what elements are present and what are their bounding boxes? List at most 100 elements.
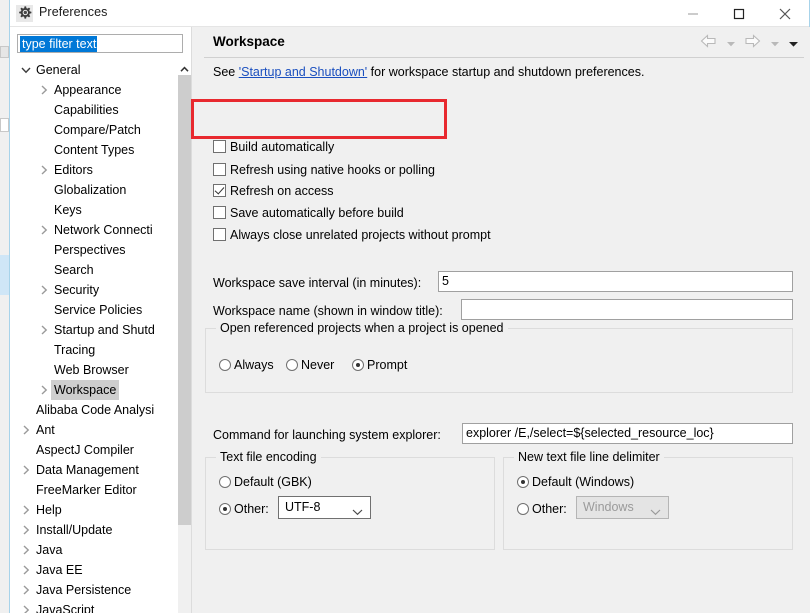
sidebar-item-startup-and-shutd[interactable]: Startup and Shutd xyxy=(10,320,178,340)
chevron-right-icon[interactable] xyxy=(36,380,52,400)
forward-chevron-down-icon[interactable] xyxy=(770,35,780,53)
maximize-icon[interactable] xyxy=(716,0,762,27)
scroll-up-icon[interactable] xyxy=(178,60,191,75)
sidebar-item-compare-patch[interactable]: Compare/Patch xyxy=(10,120,178,140)
delimiter-default-radio[interactable]: Default (Windows) xyxy=(517,474,634,491)
background-window-element-b xyxy=(0,118,9,132)
gear-icon xyxy=(16,5,33,22)
sidebar-item-capabilities[interactable]: Capabilities xyxy=(10,100,178,120)
sidebar-item-alibaba-code-analysi[interactable]: Alibaba Code Analysi xyxy=(10,400,178,420)
chevron-right-icon[interactable] xyxy=(18,600,34,613)
sidebar-item-install-update[interactable]: Install/Update xyxy=(10,520,178,540)
workspace-name-input[interactable] xyxy=(461,299,793,320)
sidebar-item-perspectives[interactable]: Perspectives xyxy=(10,240,178,260)
sidebar-item-label: Ant xyxy=(36,423,55,437)
scrollbar-thumb[interactable] xyxy=(178,75,191,525)
chevron-right-icon[interactable] xyxy=(18,460,34,480)
save-interval-label: Workspace save interval (in minutes): xyxy=(213,276,422,290)
sidebar-item-javascript[interactable]: JavaScript xyxy=(10,600,178,613)
save-interval-input[interactable]: 5 xyxy=(438,271,793,292)
minimize-icon[interactable] xyxy=(670,0,716,27)
title-bar[interactable]: Preferences xyxy=(10,0,809,27)
referenced-projects-always-radio[interactable]: Always xyxy=(219,357,274,374)
sidebar-item-security[interactable]: Security xyxy=(10,280,178,300)
sidebar-item-editors[interactable]: Editors xyxy=(10,160,178,180)
referenced-projects-prompt-radio[interactable]: Prompt xyxy=(352,357,407,374)
sidebar-item-java-ee[interactable]: Java EE xyxy=(10,560,178,580)
sidebar-item-general[interactable]: General xyxy=(10,60,178,80)
sidebar-item-service-policies[interactable]: Service Policies xyxy=(10,300,178,320)
encoding-default-radio[interactable]: Default (GBK) xyxy=(219,474,312,491)
radio-indicator xyxy=(352,359,364,371)
chevron-right-icon[interactable] xyxy=(36,280,52,300)
back-chevron-down-icon[interactable] xyxy=(726,35,736,53)
line-delimiter-group-title: New text file line delimiter xyxy=(514,450,664,464)
encoding-other-radio[interactable]: Other: xyxy=(219,501,269,518)
search-input[interactable]: type filter text xyxy=(17,34,183,53)
chevron-right-icon[interactable] xyxy=(18,580,34,600)
chevron-right-icon[interactable] xyxy=(18,420,34,440)
startup-and-shutdown-link[interactable]: 'Startup and Shutdown' xyxy=(239,65,367,79)
sidebar-item-data-management[interactable]: Data Management xyxy=(10,460,178,480)
chevron-down-icon xyxy=(650,502,661,523)
chevron-right-icon[interactable] xyxy=(18,540,34,560)
always-close-unrelated-projects-without-prompt-checkbox[interactable]: Always close unrelated projects without … xyxy=(213,227,491,244)
encoding-combo[interactable]: UTF-8 xyxy=(278,496,371,519)
close-icon[interactable] xyxy=(762,0,808,27)
filter-input-value: type filter text xyxy=(20,36,98,52)
system-explorer-input[interactable]: explorer /E,/select=${selected_resource_… xyxy=(462,423,793,444)
chevron-down-icon[interactable] xyxy=(18,60,34,80)
sidebar-item-appearance[interactable]: Appearance xyxy=(10,80,178,100)
delimiter-other-radio[interactable]: Other: xyxy=(517,501,567,518)
text-file-encoding-group: Text file encoding Default (GBK) Other: … xyxy=(205,450,495,550)
sidebar-item-search[interactable]: Search xyxy=(10,260,178,280)
sidebar-item-web-browser[interactable]: Web Browser xyxy=(10,360,178,380)
delimiter-combo: Windows xyxy=(576,496,669,519)
sidebar-item-network-connecti[interactable]: Network Connecti xyxy=(10,220,178,240)
chevron-right-icon[interactable] xyxy=(18,500,34,520)
radio-label: Always xyxy=(234,358,274,372)
refresh-on-access-checkbox[interactable]: Refresh on access xyxy=(213,183,334,200)
back-arrow-icon[interactable] xyxy=(700,34,717,53)
overflow-chevron-down-icon[interactable] xyxy=(788,35,799,53)
forward-arrow-icon[interactable] xyxy=(744,34,761,53)
sidebar-item-keys[interactable]: Keys xyxy=(10,200,178,220)
sidebar-item-globalization[interactable]: Globalization xyxy=(10,180,178,200)
build-automatically-checkbox[interactable]: Build automatically xyxy=(213,139,334,156)
sidebar-item-tracing[interactable]: Tracing xyxy=(10,340,178,360)
checkbox-label: Refresh using native hooks or polling xyxy=(230,163,435,177)
sidebar-item-label: Help xyxy=(36,503,62,517)
sidebar-item-ant[interactable]: Ant xyxy=(10,420,178,440)
sidebar-item-content-types[interactable]: Content Types xyxy=(10,140,178,160)
sidebar-item-java-persistence[interactable]: Java Persistence xyxy=(10,580,178,600)
chevron-right-icon[interactable] xyxy=(36,220,52,240)
chevron-right-icon[interactable] xyxy=(36,80,52,100)
referenced-projects-never-radio[interactable]: Never xyxy=(286,357,334,374)
sidebar-item-help[interactable]: Help xyxy=(10,500,178,520)
tree-scrollbar[interactable] xyxy=(178,60,191,613)
radio-label: Never xyxy=(301,358,335,372)
chevron-right-icon[interactable] xyxy=(36,160,52,180)
sidebar-item-workspace[interactable]: Workspace xyxy=(10,380,178,400)
delimiter-other-label: Other: xyxy=(532,502,567,516)
sidebar-item-label: Security xyxy=(54,283,100,297)
navigation-pane: type filter text General Appearance Capabi… xyxy=(10,27,191,613)
sidebar-item-label: Java Persistence xyxy=(36,583,132,597)
save-automatically-before-build-checkbox[interactable]: Save automatically before build xyxy=(213,205,404,222)
checkbox-label: Build automatically xyxy=(230,140,335,154)
window-title: Preferences xyxy=(39,5,108,19)
sidebar-item-label: Web Browser xyxy=(54,363,129,377)
chevron-right-icon[interactable] xyxy=(18,560,34,580)
preferences-tree[interactable]: General Appearance Capabilities Compare/Pat… xyxy=(10,60,178,613)
checkbox-label: Refresh on access xyxy=(230,184,334,198)
sidebar-item-label: Service Policies xyxy=(54,303,143,317)
sidebar-item-aspectj-compiler[interactable]: AspectJ Compiler xyxy=(10,440,178,460)
sidebar-item-freemarker-editor[interactable]: FreeMarker Editor xyxy=(10,480,178,500)
sidebar-item-java[interactable]: Java xyxy=(10,540,178,560)
sidebar-item-label: Editors xyxy=(54,163,93,177)
hint-text-after: for workspace startup and shutdown prefe… xyxy=(367,65,645,79)
refresh-using-native-hooks-or-polling-checkbox[interactable]: Refresh using native hooks or polling xyxy=(213,162,435,179)
sidebar-item-label: FreeMarker Editor xyxy=(36,483,137,497)
chevron-right-icon[interactable] xyxy=(18,520,34,540)
chevron-right-icon[interactable] xyxy=(36,320,52,340)
